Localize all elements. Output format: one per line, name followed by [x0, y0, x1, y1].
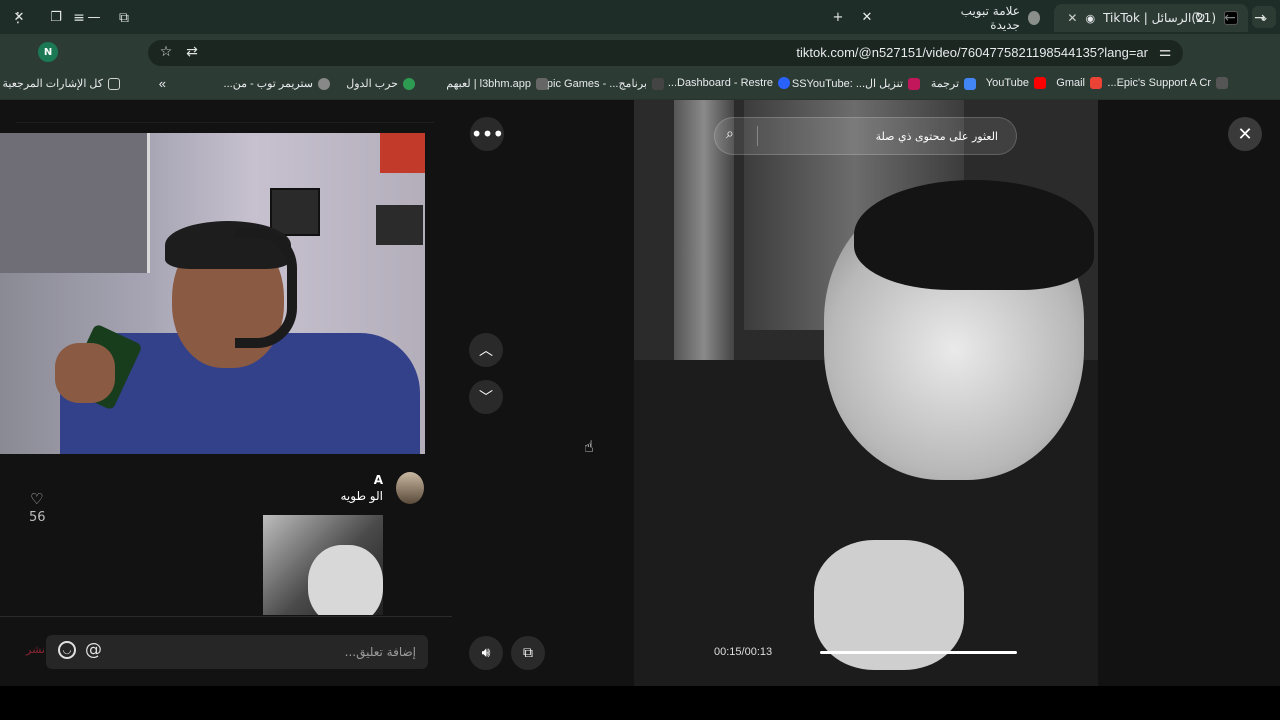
bookmark-label: برنامج... - Epic Games [539, 78, 647, 90]
bookmark-epic-support[interactable]: Epic's Support A Cr... [1107, 77, 1228, 89]
bookmark-label: ترجمة [930, 78, 959, 90]
globe-icon [318, 77, 330, 90]
profile-avatar[interactable]: N [38, 42, 58, 62]
bookmarks-overflow-icon[interactable]: » [159, 76, 166, 91]
more-icon: ••• [470, 122, 504, 146]
menu-icon[interactable]: ⋮ [7, 8, 29, 28]
bookmark-label: تنزيل ال... :SSYouTube [791, 78, 903, 90]
bookmark-epic-games[interactable]: برنامج... - Epic Games [540, 77, 664, 90]
l3bhm-icon [536, 77, 548, 90]
post-button[interactable]: نشر [26, 643, 45, 656]
bookmark-gmail[interactable]: Gmail [1056, 77, 1102, 89]
previous-video-button[interactable]: ︿ [469, 333, 503, 367]
comment-text: الو طويه [340, 489, 383, 503]
reload-icon[interactable]: ↻ [1189, 8, 1211, 28]
comment-video-thumbnail[interactable] [263, 515, 383, 615]
close-video-button[interactable]: ✕ [1228, 117, 1262, 151]
bookmark-label: Gmail [1056, 77, 1085, 89]
bottom-black-bar [0, 686, 1280, 720]
bookmark-translate[interactable]: ترجمة [931, 77, 976, 90]
close-icon: ✕ [1237, 123, 1253, 145]
volume-button[interactable]: 🔊︎ [469, 636, 503, 670]
comment-input[interactable]: إضافة تعليق... [46, 635, 428, 669]
volume-icon: 🔊︎ [481, 645, 491, 661]
pip-icon: ⧉ [523, 645, 533, 661]
media-control-icon[interactable]: ≡ [68, 8, 90, 28]
video-progress-bar[interactable] [820, 651, 1017, 654]
bookmark-label: ستريمر توب - من... [223, 78, 313, 90]
bookmark-label: Dashboard - Restre... [667, 77, 773, 89]
panel-divider [16, 122, 434, 123]
wall-frame [270, 188, 320, 236]
extensions-icon[interactable]: ⧉ [113, 8, 135, 28]
tab-close-icon[interactable]: ✕ [1067, 11, 1077, 25]
picture-in-picture-button[interactable]: ⧉ [511, 636, 545, 670]
folder-icon [108, 77, 120, 90]
tab-label: علامة تبويب جديدة [960, 4, 1020, 32]
youtube-icon [1034, 77, 1046, 89]
comment-username[interactable]: A [374, 473, 383, 487]
forward-icon[interactable]: ← [1219, 8, 1241, 28]
wall-panel [0, 133, 150, 273]
stitched-video[interactable] [0, 133, 425, 454]
search-placeholder: العثور على محتوى ذي صلة [875, 129, 998, 143]
bookmark-label: l3bhm.app | لعبهم [446, 78, 531, 90]
ssyoutube-icon [908, 77, 920, 90]
search-icon[interactable]: ⌕ [726, 126, 734, 142]
search-divider [757, 126, 758, 146]
bookmark-youtube[interactable]: YouTube [986, 77, 1046, 89]
cursor-hand-icon: ☝ [584, 437, 594, 456]
next-video-button[interactable]: ﹀ [469, 380, 503, 414]
thumbnail-face [308, 545, 383, 615]
tab-close-icon[interactable]: ✕ [855, 6, 879, 28]
chrome-icon [1027, 11, 1040, 25]
shelf-item [380, 133, 425, 173]
chevron-down-icon: ﹀ [479, 390, 493, 406]
person-hand [55, 343, 115, 403]
video-time: 00:15/00:13 [714, 646, 773, 658]
bookmark-star-icon[interactable]: ☆ [155, 42, 177, 62]
back-icon[interactable]: → [1249, 8, 1271, 28]
url-text[interactable]: tiktok.com/@n527151/video/76047758211985… [796, 45, 1148, 60]
epic-games-icon [652, 77, 664, 90]
headphones [235, 228, 297, 348]
bookmark-label: كل الإشارات المرجعية [2, 78, 103, 90]
wall-poster [376, 205, 423, 245]
new-tab-icon[interactable]: + [826, 6, 850, 28]
site-settings-icon[interactable]: ⚌ [1154, 42, 1176, 62]
gmail-icon [1090, 77, 1102, 89]
bookmark-label: Epic's Support A Cr... [1107, 77, 1211, 89]
like-count: 56 [29, 510, 46, 525]
epic-icon [1216, 77, 1228, 89]
video-player[interactable] [634, 100, 1098, 686]
bookmark-streamer-top[interactable]: ستريمر توب - من... [224, 77, 330, 90]
tab-audio-icon: ◉ [1085, 11, 1096, 25]
heart-icon[interactable]: ♡ [30, 490, 43, 508]
hair [854, 180, 1094, 290]
bookmark-all-bookmarks[interactable]: كل الإشارات المرجعية [3, 77, 120, 90]
related-search-bar[interactable]: العثور على محتوى ذي صلة [714, 117, 1017, 155]
more-options-button[interactable]: ••• [470, 117, 504, 151]
restore-window-icon[interactable]: ❐ [44, 6, 68, 28]
avatar[interactable] [396, 472, 424, 504]
bookmark-harb-aldowal[interactable]: حرب الدول [346, 77, 415, 90]
input-divider [0, 616, 452, 617]
restream-icon [778, 77, 790, 89]
tab-new-tab[interactable]: علامة تبويب جديدة [930, 4, 1050, 32]
google-translate-icon [964, 77, 976, 90]
mention-icon[interactable]: @ [85, 640, 102, 660]
bookmark-ssyoutube[interactable]: تنزيل ال... :SSYouTube [792, 77, 920, 90]
globe-icon [403, 77, 415, 90]
emoji-icon[interactable]: ◡ [58, 641, 76, 659]
bookmark-restream[interactable]: Dashboard - Restre... [668, 77, 790, 89]
bookmark-label: YouTube [985, 77, 1029, 89]
translate-icon[interactable]: ⇄ [181, 42, 203, 62]
comment-placeholder: إضافة تعليق... [344, 645, 416, 659]
bookmark-l3bhm[interactable]: l3bhm.app | لعبهم [446, 77, 548, 90]
bookmark-label: حرب الدول [346, 78, 398, 90]
chevron-up-icon: ︿ [479, 343, 493, 359]
